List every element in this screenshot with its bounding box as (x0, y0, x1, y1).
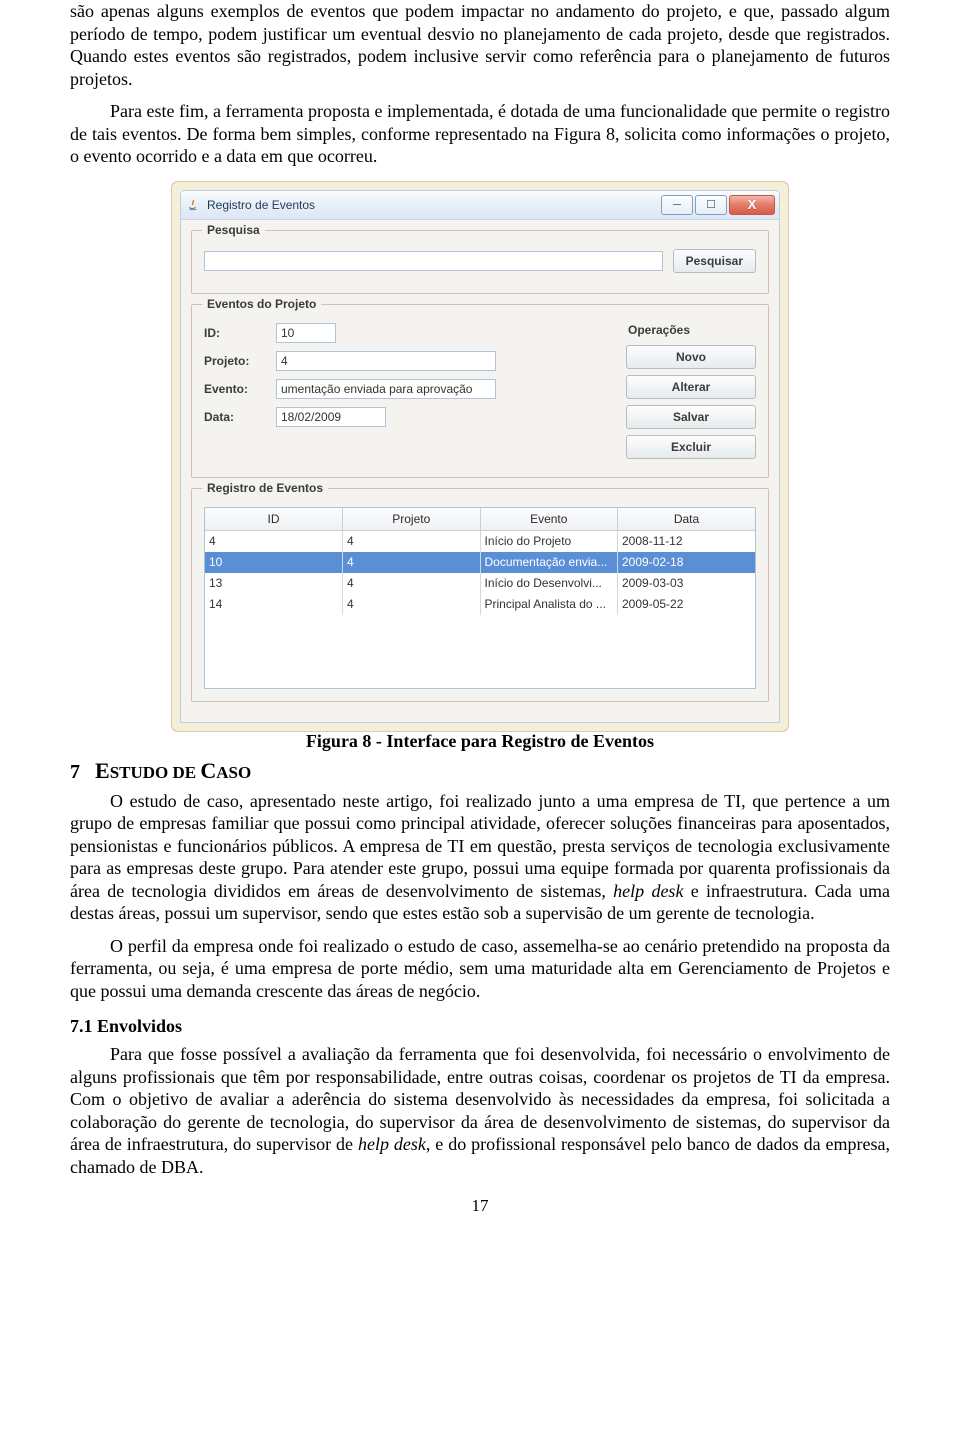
evento-label: Evento: (204, 382, 276, 396)
operacoes-column: Operações Novo Alterar Salvar Excluir (626, 323, 756, 465)
data-field[interactable] (276, 407, 386, 427)
operacoes-label: Operações (628, 323, 756, 337)
table-cell: Início do Projeto (480, 530, 618, 552)
t2: STUDO DE (110, 763, 201, 782)
window-minimize-button[interactable]: ─ (661, 195, 693, 215)
eventos-table-container: ID Projeto Evento Data 44Início do Proje… (204, 507, 756, 689)
id-field[interactable] (276, 323, 336, 343)
pesquisar-button[interactable]: Pesquisar (673, 249, 756, 273)
salvar-button[interactable]: Salvar (626, 405, 756, 429)
paragraph-1: são apenas alguns exemplos de eventos qu… (70, 0, 890, 90)
paragraph-5: Para que fosse possível a avaliação da f… (70, 1043, 890, 1178)
projeto-field[interactable] (276, 351, 496, 371)
table-cell: 4 (343, 573, 481, 594)
table-cell: 4 (343, 530, 481, 552)
table-cell: Documentação envia... (480, 552, 618, 573)
alterar-button[interactable]: Alterar (626, 375, 756, 399)
section-7-heading: 7 ESTUDO DE CASO (70, 758, 890, 784)
registro-eventos-groupbox: ID Projeto Evento Data 44Início do Proje… (191, 488, 769, 702)
t3: C (200, 758, 216, 783)
evento-field[interactable] (276, 379, 496, 399)
subsection-71-heading: 7.1 Envolvidos (70, 1016, 890, 1037)
figure-8: Registro de Eventos ─ ☐ X Pesquisar (70, 190, 890, 723)
id-label: ID: (204, 326, 276, 340)
projeto-label: Projeto: (204, 354, 276, 368)
table-row[interactable]: 134Início do Desenvolvi...2009-03-03 (205, 573, 755, 594)
paragraph-3: O estudo de caso, apresentado neste arti… (70, 790, 890, 925)
window-titlebar: Registro de Eventos ─ ☐ X (180, 190, 780, 220)
table-cell: 10 (205, 552, 343, 573)
novo-button[interactable]: Novo (626, 345, 756, 369)
table-cell: 2009-05-22 (618, 594, 756, 615)
table-cell: 4 (343, 552, 481, 573)
minimize-icon: ─ (673, 199, 681, 211)
paragraph-2: Para este fim, a ferramenta proposta e i… (70, 100, 890, 168)
page-number: 17 (70, 1196, 890, 1216)
table-cell: 2009-02-18 (618, 552, 756, 573)
window-body: Pesquisar ID: Projeto: (180, 220, 780, 723)
table-cell: 14 (205, 594, 343, 615)
form-column: ID: Projeto: Evento: (204, 323, 612, 465)
t4: ASO (216, 763, 251, 782)
table-cell: 13 (205, 573, 343, 594)
table-cell: 4 (343, 594, 481, 615)
table-cell: 2008-11-12 (618, 530, 756, 552)
table-cell: Principal Analista do ... (480, 594, 618, 615)
col-data[interactable]: Data (618, 508, 756, 531)
col-id[interactable]: ID (205, 508, 343, 531)
window-maximize-button[interactable]: ☐ (695, 195, 727, 215)
p3-italic: help desk (613, 881, 683, 901)
pesquisa-groupbox: Pesquisar (191, 230, 769, 294)
col-projeto[interactable]: Projeto (343, 508, 481, 531)
table-cell: 2009-03-03 (618, 573, 756, 594)
table-cell: Início do Desenvolvi... (480, 573, 618, 594)
close-icon: X (748, 197, 757, 212)
eventos-table[interactable]: ID Projeto Evento Data 44Início do Proje… (205, 508, 755, 615)
table-cell: 4 (205, 530, 343, 552)
window-title: Registro de Eventos (207, 198, 659, 212)
col-evento[interactable]: Evento (480, 508, 618, 531)
section-number: 7 (70, 761, 80, 783)
excluir-button[interactable]: Excluir (626, 435, 756, 459)
eventos-projeto-groupbox: ID: Projeto: Evento: (191, 304, 769, 478)
table-row[interactable]: 144Principal Analista do ...2009-05-22 (205, 594, 755, 615)
search-input[interactable] (204, 251, 663, 271)
data-label: Data: (204, 410, 276, 424)
paragraph-4: O perfil da empresa onde foi realizado o… (70, 935, 890, 1003)
p5-italic: help desk (358, 1134, 426, 1154)
t1: E (95, 758, 110, 783)
table-row[interactable]: 44Início do Projeto2008-11-12 (205, 530, 755, 552)
maximize-icon: ☐ (706, 198, 716, 211)
app-window: Registro de Eventos ─ ☐ X Pesquisar (180, 190, 780, 723)
window-close-button[interactable]: X (729, 195, 775, 215)
figure-8-caption: Figura 8 - Interface para Registro de Ev… (70, 731, 890, 752)
java-icon (187, 198, 201, 212)
table-row[interactable]: 104Documentação envia...2009-02-18 (205, 552, 755, 573)
